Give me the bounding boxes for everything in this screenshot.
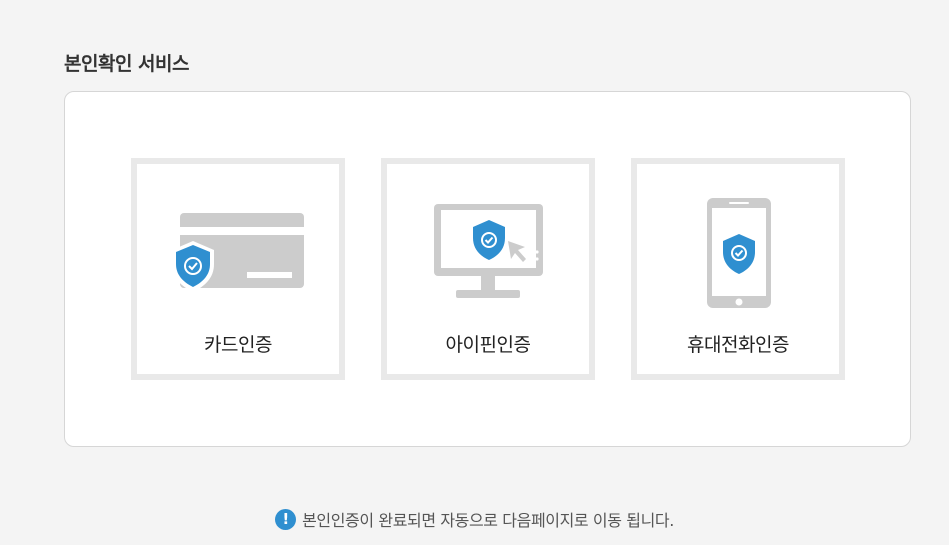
exclamation-icon: ! [275, 508, 297, 530]
credit-card-shield-icon [172, 213, 304, 292]
notice-text: 본인인증이 완료되면 자동으로 다음페이지로 이동 됩니다. [302, 511, 674, 530]
monitor-shield-icon [434, 204, 543, 298]
notice-message: ! 본인인증이 완료되면 자동으로 다음페이지로 이동 됩니다. [0, 507, 949, 531]
card-auth-button[interactable]: 카드인증 [131, 158, 345, 380]
mobile-auth-button[interactable]: 휴대전화인증 [631, 158, 845, 380]
page-title: 본인확인 서비스 [64, 53, 189, 75]
ipin-auth-button[interactable]: 아이핀인증 [381, 158, 595, 380]
auth-panel: 카드인증 아이핀인증 휴대전화인증 [64, 91, 911, 447]
mobile-auth-label: 휴대전화인증 [687, 334, 789, 356]
card-auth-label: 카드인증 [204, 334, 272, 356]
smartphone-shield-icon [707, 198, 771, 308]
ipin-auth-label: 아이핀인증 [445, 334, 531, 356]
